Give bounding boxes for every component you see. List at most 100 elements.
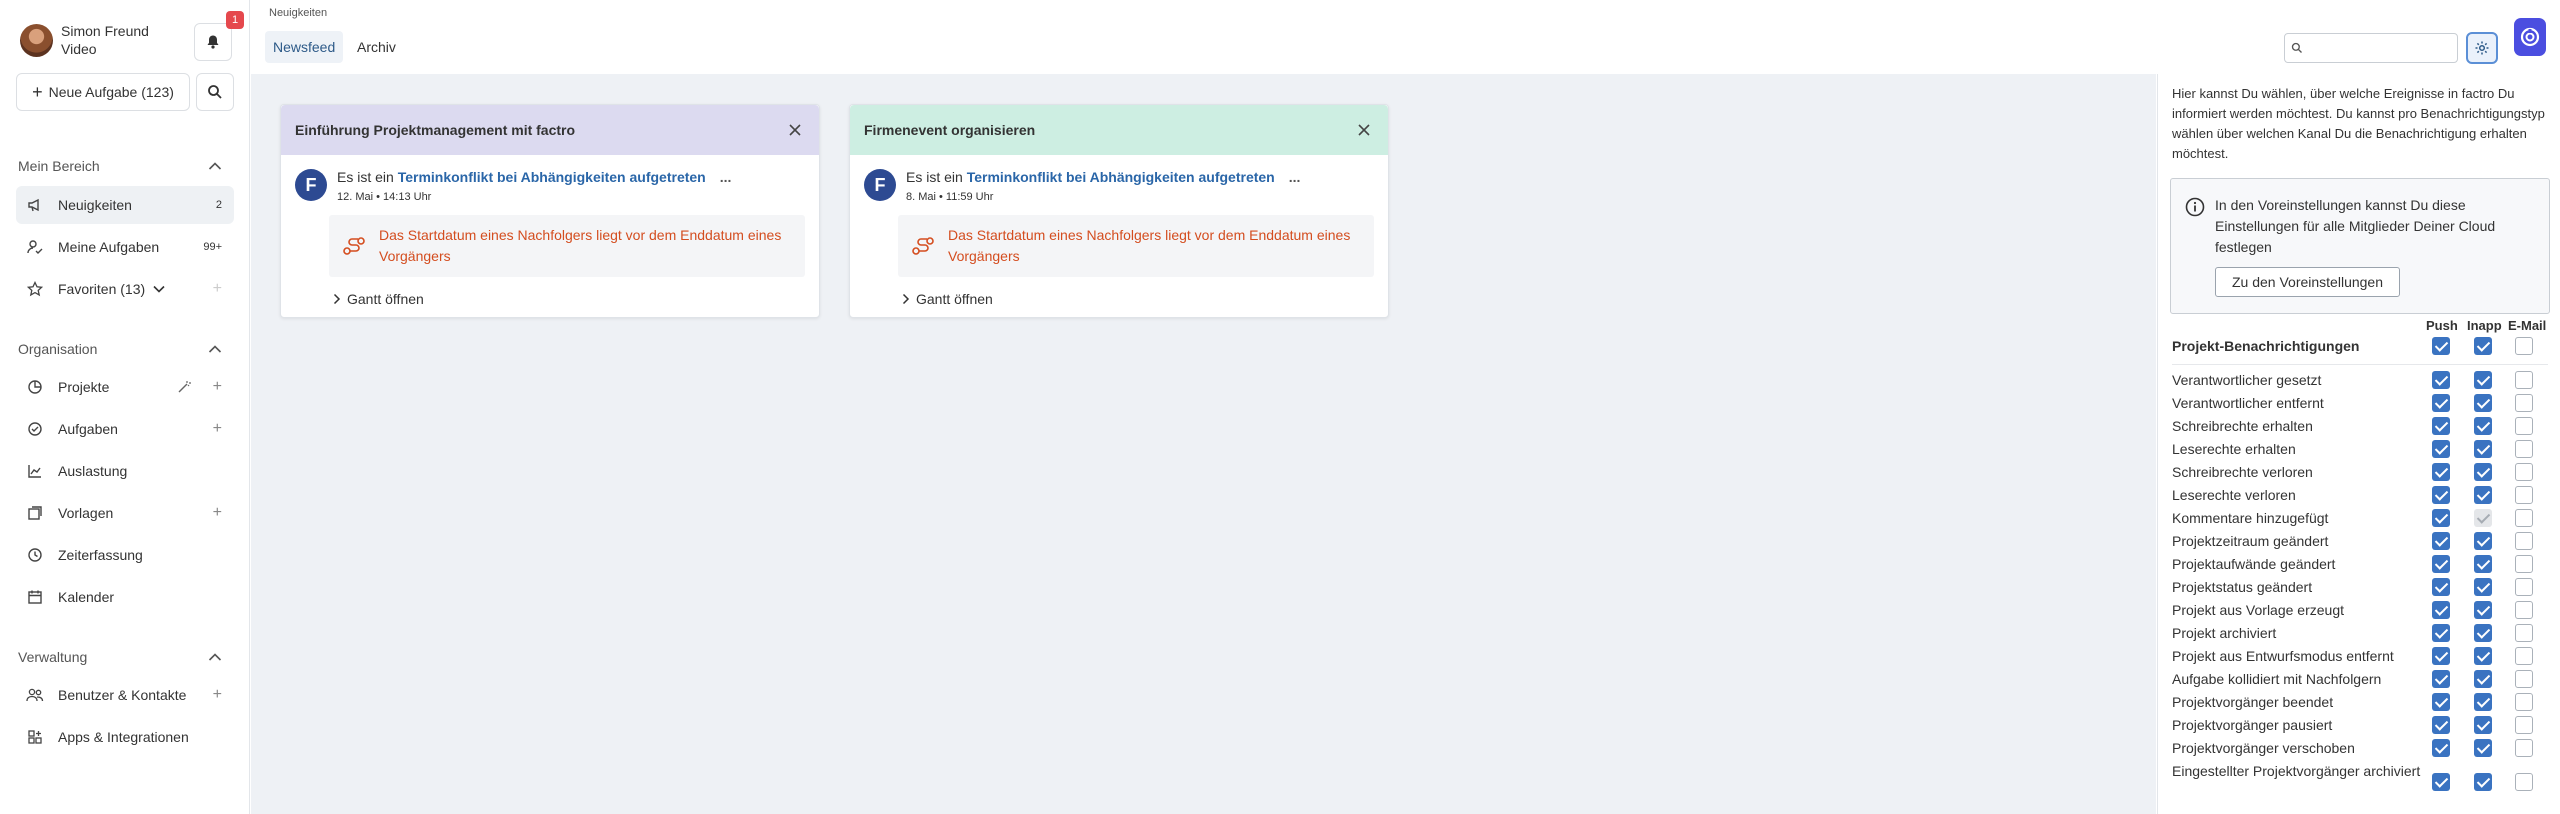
more-options-icon[interactable]: ...: [1289, 169, 1301, 185]
inapp-checkbox[interactable]: [2474, 578, 2492, 596]
push-checkbox[interactable]: [2432, 555, 2450, 573]
email-checkbox[interactable]: [2515, 716, 2533, 734]
inapp-checkbox[interactable]: [2474, 624, 2492, 642]
add-template-icon[interactable]: +: [213, 504, 222, 522]
preferences-button[interactable]: Zu den Voreinstellungen: [2215, 267, 2400, 297]
close-icon[interactable]: [785, 120, 805, 140]
feed-card-header[interactable]: Einführung Projektmanagement mit factro: [281, 105, 819, 155]
close-icon[interactable]: [1354, 120, 1374, 140]
inapp-checkbox[interactable]: [2474, 739, 2492, 757]
push-checkbox[interactable]: [2432, 463, 2450, 481]
chevron-down-icon[interactable]: [153, 285, 165, 293]
sidebar-item-vorlagen[interactable]: Vorlagen +: [16, 494, 234, 532]
email-checkbox[interactable]: [2515, 624, 2533, 642]
push-checkbox[interactable]: [2432, 371, 2450, 389]
email-checkbox[interactable]: [2515, 486, 2533, 504]
sidebar-item-projekte[interactable]: Projekte +: [16, 368, 234, 406]
push-checkbox[interactable]: [2432, 532, 2450, 550]
section-mein-bereich[interactable]: Mein Bereich: [18, 158, 222, 174]
email-checkbox[interactable]: [2515, 773, 2533, 791]
push-checkbox[interactable]: [2432, 509, 2450, 527]
open-gantt-link[interactable]: Gantt öffnen: [333, 291, 424, 307]
open-gantt-link[interactable]: Gantt öffnen: [902, 291, 993, 307]
breadcrumb[interactable]: Neuigkeiten: [269, 7, 327, 19]
email-checkbox[interactable]: [2515, 463, 2533, 481]
inapp-checkbox[interactable]: [2474, 532, 2492, 550]
sidebar-item-meine-aufgaben[interactable]: Meine Aufgaben 99+: [16, 228, 234, 266]
feed-entry-link[interactable]: Terminkonflikt bei Abhängigkeiten aufget…: [398, 169, 706, 185]
feed-card-title[interactable]: Firmenevent organisieren: [864, 122, 1035, 138]
user-profile[interactable]: Simon Freund Video: [20, 22, 149, 58]
feed-entry-link[interactable]: Terminkonflikt bei Abhängigkeiten aufget…: [967, 169, 1275, 185]
push-checkbox[interactable]: [2432, 670, 2450, 688]
inapp-checkbox[interactable]: [2474, 417, 2492, 435]
inapp-checkbox[interactable]: [2474, 371, 2492, 389]
inapp-checkbox[interactable]: [2474, 601, 2492, 619]
search-box[interactable]: [2284, 33, 2458, 63]
settings-button[interactable]: [2466, 32, 2498, 64]
section-organisation[interactable]: Organisation: [18, 341, 222, 357]
sidebar-item-auslastung[interactable]: Auslastung: [16, 452, 234, 490]
add-user-icon[interactable]: +: [213, 686, 222, 704]
avatar[interactable]: [20, 23, 53, 57]
email-checkbox[interactable]: [2515, 555, 2533, 573]
push-checkbox[interactable]: [2432, 440, 2450, 458]
sidebar-item-neuigkeiten[interactable]: Neuigkeiten 2: [16, 186, 234, 224]
feed-card-title[interactable]: Einführung Projektmanagement mit factro: [295, 122, 575, 138]
push-checkbox[interactable]: [2432, 624, 2450, 642]
new-task-button[interactable]: + Neue Aufgabe (123): [16, 73, 190, 111]
section-verwaltung[interactable]: Verwaltung: [18, 649, 222, 665]
inapp-checkbox[interactable]: [2474, 486, 2492, 504]
push-checkbox[interactable]: [2432, 716, 2450, 734]
factro-logo[interactable]: [2514, 18, 2546, 56]
inapp-checkbox[interactable]: [2474, 693, 2492, 711]
inapp-checkbox[interactable]: [2474, 394, 2492, 412]
email-checkbox[interactable]: [2515, 417, 2533, 435]
email-checkbox[interactable]: [2515, 739, 2533, 757]
inapp-checkbox[interactable]: [2474, 773, 2492, 791]
email-checkbox[interactable]: [2515, 532, 2533, 550]
add-project-icon[interactable]: +: [213, 378, 222, 396]
email-checkbox[interactable]: [2515, 693, 2533, 711]
inapp-checkbox[interactable]: [2474, 463, 2492, 481]
inapp-checkbox[interactable]: [2474, 440, 2492, 458]
sidebar-item-apps-integrationen[interactable]: Apps & Integrationen: [16, 718, 234, 756]
inapp-checkbox[interactable]: [2474, 555, 2492, 573]
more-options-icon[interactable]: ...: [720, 169, 732, 185]
push-checkbox[interactable]: [2432, 417, 2450, 435]
push-checkbox[interactable]: [2432, 337, 2450, 355]
push-checkbox[interactable]: [2432, 773, 2450, 791]
push-checkbox[interactable]: [2432, 601, 2450, 619]
email-checkbox[interactable]: [2515, 371, 2533, 389]
sidebar-item-favoriten[interactable]: Favoriten (13) +: [16, 270, 234, 308]
email-checkbox[interactable]: [2515, 440, 2533, 458]
email-checkbox[interactable]: [2515, 394, 2533, 412]
inapp-checkbox[interactable]: [2474, 647, 2492, 665]
feed-card-header[interactable]: Firmenevent organisieren: [850, 105, 1388, 155]
push-checkbox[interactable]: [2432, 394, 2450, 412]
push-checkbox[interactable]: [2432, 578, 2450, 596]
email-checkbox[interactable]: [2515, 509, 2533, 527]
push-checkbox[interactable]: [2432, 693, 2450, 711]
email-checkbox[interactable]: [2515, 601, 2533, 619]
add-favorite-icon[interactable]: +: [213, 280, 222, 298]
sidebar-item-kalender[interactable]: Kalender: [16, 578, 234, 616]
email-checkbox[interactable]: [2515, 647, 2533, 665]
inapp-checkbox[interactable]: [2474, 670, 2492, 688]
tab-newsfeed[interactable]: Newsfeed: [265, 31, 344, 63]
sidebar-item-aufgaben[interactable]: Aufgaben +: [16, 410, 234, 448]
push-checkbox[interactable]: [2432, 486, 2450, 504]
sidebar-item-benutzer-kontakte[interactable]: Benutzer & Kontakte +: [16, 676, 234, 714]
push-checkbox[interactable]: [2432, 739, 2450, 757]
sidebar-item-zeiterfassung[interactable]: Zeiterfassung: [16, 536, 234, 574]
add-task-icon[interactable]: +: [213, 420, 222, 438]
email-checkbox[interactable]: [2515, 670, 2533, 688]
magic-wand-icon[interactable]: [177, 380, 191, 394]
search-input[interactable]: [2307, 40, 2447, 56]
notifications-button[interactable]: [194, 23, 232, 61]
email-checkbox[interactable]: [2515, 337, 2533, 355]
tab-archiv[interactable]: Archiv: [349, 31, 404, 63]
inapp-checkbox[interactable]: [2474, 337, 2492, 355]
sidebar-search-button[interactable]: [196, 73, 234, 111]
push-checkbox[interactable]: [2432, 647, 2450, 665]
